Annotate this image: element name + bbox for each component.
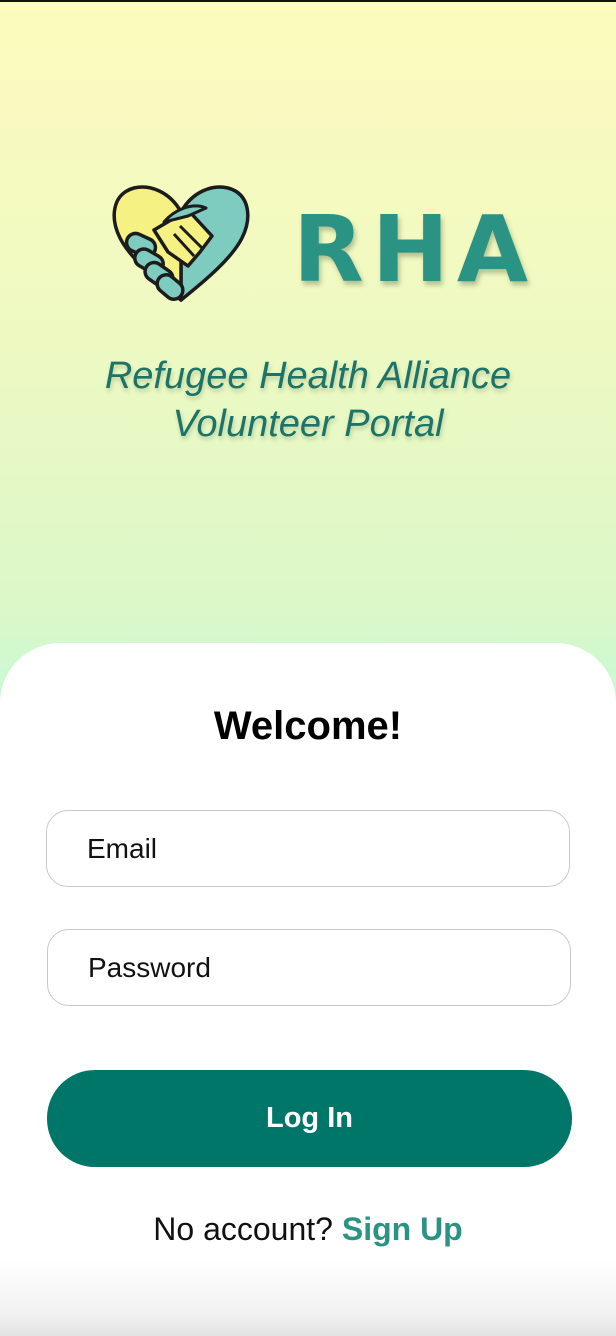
- tagline-line-1: Refugee Health Alliance: [104, 355, 512, 397]
- welcome-heading: Welcome!: [213, 704, 403, 748]
- tagline-line-2: Volunteer Portal: [172, 403, 444, 445]
- handshake-heart-icon: [112, 185, 250, 302]
- tagline: Refugee Health Alliance Volunteer Portal: [0, 352, 616, 448]
- password-field[interactable]: Password: [47, 929, 571, 1006]
- brand-header: RHA: [0, 172, 616, 322]
- email-placeholder: Email: [87, 832, 158, 864]
- no-account-text: No account?: [153, 1211, 333, 1247]
- sign-up-link[interactable]: Sign Up: [342, 1211, 463, 1247]
- sign-up-prompt: No account? Sign Up: [0, 1209, 616, 1249]
- login-card: Welcome! Email Password Log In No accoun…: [0, 643, 616, 1336]
- email-field[interactable]: Email: [46, 810, 570, 887]
- brand-name: RHA: [293, 196, 537, 303]
- login-screen: RHA Refugee Health Alliance Volunteer Po…: [0, 0, 616, 1336]
- log-in-button[interactable]: Log In: [47, 1070, 572, 1167]
- password-placeholder: Password: [88, 951, 211, 983]
